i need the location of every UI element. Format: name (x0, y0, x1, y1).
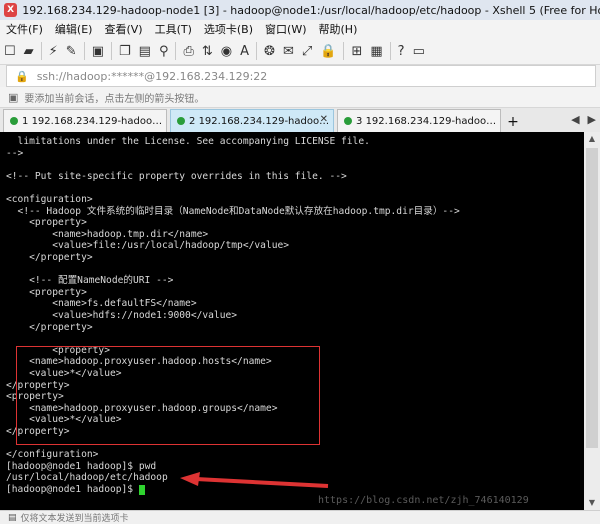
paste-icon[interactable]: ▤ (136, 41, 154, 61)
window-title: 192.168.234.129-hadoop-node1 [3] - hadoo… (22, 3, 600, 17)
annotation-highlight-box (16, 346, 320, 445)
toolbar-divider (111, 42, 112, 60)
terminal-line: <value>hdfs://node1:9000</value> (6, 310, 238, 321)
terminal-line: <configuration> (6, 194, 93, 205)
search-icon[interactable]: ⚲ (156, 41, 172, 61)
globe-icon[interactable]: ◉ (218, 41, 235, 61)
font-icon[interactable]: A (237, 41, 252, 61)
connected-status-icon (344, 117, 352, 125)
terminal-line: </configuration> (6, 449, 99, 461)
print-icon[interactable]: ⎙ (180, 41, 196, 61)
toolbar-divider (389, 42, 391, 60)
terminal-line: /usr/local/hadoop/etc/hadoop (6, 472, 168, 484)
send-text-icon[interactable]: ▤ (8, 513, 17, 523)
menu-window[interactable]: 窗口(W) (259, 21, 312, 37)
terminal-line: [hadoop@node1 hadoop]$ pwd (6, 460, 157, 472)
terminal-line: <!-- Put site-specific property override… (6, 170, 347, 182)
help-icon[interactable]: ? (395, 41, 408, 61)
connected-status-icon (10, 117, 18, 125)
terminal-line: </property> (6, 252, 93, 263)
scroll-up-icon[interactable]: ▲ (584, 132, 600, 146)
tab-label: 1 192.168.234.129-hadoop-no... (22, 115, 166, 127)
disconnect-icon[interactable]: ⚡ (46, 41, 61, 61)
status-text: 仅将文本发送到当前选项卡 (20, 514, 129, 524)
close-tab-icon[interactable]: ✕ (320, 114, 328, 125)
terminal-line: --> (6, 147, 24, 159)
annotation-arrow-icon (180, 472, 329, 488)
toolbar: ☐ ▰ ⚡ ✎ ▣ ❐ ▤ ⚲ ⎙ ⇅ ◉ A ❂ ✉ ⤢ 🔒 ⊞ ▦ ? ▭ (0, 38, 600, 65)
terminal-line: <property> (6, 286, 87, 298)
title-bar: X 192.168.234.129-hadoop-node1 [3] - had… (0, 0, 600, 21)
xftp-icon[interactable]: ❂ (261, 41, 278, 61)
reconnect-icon[interactable]: ✎ (63, 41, 80, 61)
add-session-arrow-icon[interactable]: ▣ (8, 91, 18, 104)
lock-icon: 🔒 (15, 69, 29, 83)
add-tab-button[interactable]: + (504, 112, 522, 132)
toolbar-divider (40, 42, 42, 60)
xshell-logo-icon: X (4, 3, 18, 17)
terminal-line: limitations under the License. See accom… (6, 136, 370, 147)
open-folder-icon[interactable]: ▰ (21, 41, 37, 61)
address-bar[interactable]: 🔒 ssh://hadoop:******@192.168.234.129:22 (6, 65, 596, 87)
tab-bar: 1 192.168.234.129-hadoop-no... 2 192.168… (0, 108, 600, 132)
menu-view[interactable]: 查看(V) (98, 21, 148, 37)
tab-label: 2 192.168.234.129-hadoop-n... (189, 115, 333, 127)
menu-edit[interactable]: 编辑(E) (49, 21, 99, 37)
terminal-cursor (138, 485, 145, 495)
terminal-line: </property> (6, 321, 93, 333)
properties-icon[interactable]: ▣ (89, 41, 107, 61)
tab-navigation: ◀ ▶ (571, 113, 596, 126)
menu-file[interactable]: 文件(F) (0, 21, 49, 37)
layout-icon[interactable]: ▦ (367, 41, 385, 61)
terminal-scrollbar[interactable]: ▲ ▼ (584, 132, 600, 510)
fullscreen-icon[interactable]: ⤢ (299, 41, 315, 61)
menu-bar: 文件(F) 编辑(E) 查看(V) 工具(T) 选项卡(B) 窗口(W) 帮助(… (0, 20, 600, 38)
toolbar-divider (175, 42, 177, 60)
chat-icon[interactable]: ▭ (410, 41, 428, 61)
menu-tabs[interactable]: 选项卡(B) (198, 21, 259, 37)
tab-session-1[interactable]: 1 192.168.234.129-hadoop-no... (3, 109, 167, 132)
lock-icon[interactable]: 🔒 (317, 41, 339, 61)
terminal-line: <!-- Hadoop 文件系统的临时目录（NameNode和DataNode默… (6, 205, 460, 217)
tab-next-icon[interactable]: ▶ (588, 113, 596, 126)
session-hint-bar: ▣ 要添加当前会话，点击左侧的箭头按钮。 (0, 87, 600, 108)
scrollbar-thumb[interactable] (586, 148, 598, 448)
new-tab-icon[interactable]: ⊞ (348, 41, 365, 61)
terminal-line: [hadoop@node1 hadoop]$ (6, 484, 139, 495)
menu-tools[interactable]: 工具(T) (149, 21, 198, 37)
terminal-screen[interactable]: limitations under the License. See accom… (0, 132, 584, 510)
toolbar-divider (343, 42, 345, 60)
watermark-text: https://blog.csdn.net/zjh_746140129 (318, 495, 529, 506)
scroll-down-icon[interactable]: ▼ (584, 496, 600, 510)
terminal-line: <value>file:/usr/local/hadoop/tmp</value… (6, 240, 290, 252)
status-bar: ▤ 仅将文本发送到当前选项卡 (0, 510, 600, 524)
tab-label: 3 192.168.234.129-hadoop-no... (356, 115, 500, 127)
new-session-icon[interactable]: ☐ (1, 41, 19, 61)
copy-icon[interactable]: ❐ (116, 41, 134, 61)
connected-status-icon (177, 117, 185, 125)
terminal-line: <!-- 配置NameNode的URI --> (6, 275, 174, 287)
toolbar-divider (256, 42, 258, 60)
tab-session-3[interactable]: 3 192.168.234.129-hadoop-no... (337, 109, 501, 132)
terminal-line: <name>fs.defaultFS</name> (6, 298, 197, 310)
toolbar-divider (83, 42, 85, 60)
tab-prev-icon[interactable]: ◀ (571, 113, 579, 126)
terminal-line: <name>hadoop.tmp.dir</name> (6, 228, 209, 240)
tab-session-2[interactable]: 2 192.168.234.129-hadoop-n... ✕ (170, 109, 334, 132)
terminal-line: <property> (6, 217, 87, 229)
transfer-icon[interactable]: ⇅ (199, 41, 216, 61)
session-address: ssh://hadoop:******@192.168.234.129:22 (36, 69, 268, 83)
session-hint-text: 要添加当前会话，点击左侧的箭头按钮。 (24, 93, 205, 105)
menu-help[interactable]: 帮助(H) (313, 21, 364, 37)
compose-icon[interactable]: ✉ (280, 41, 297, 61)
